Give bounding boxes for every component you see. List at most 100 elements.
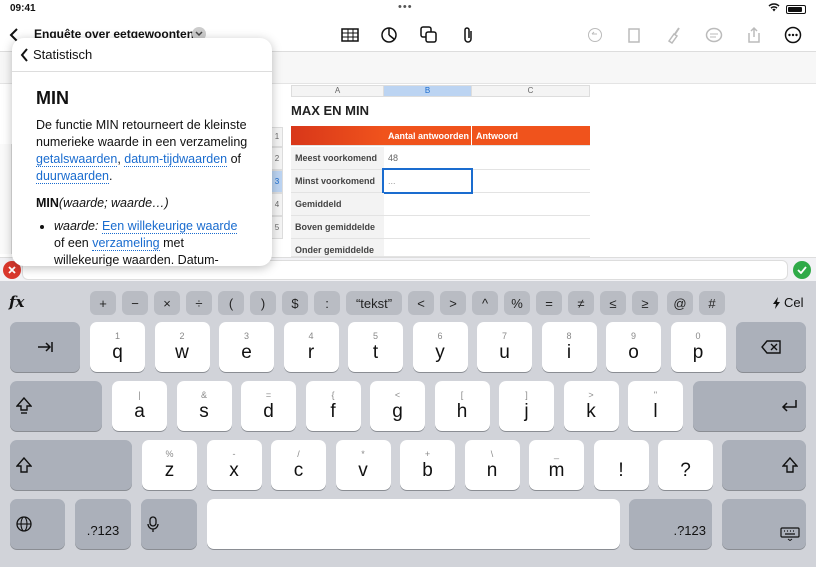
multiply-key[interactable]: ×	[154, 291, 180, 315]
tab-key[interactable]	[10, 322, 80, 372]
share-icon[interactable]	[743, 24, 765, 46]
table-cell[interactable]	[384, 193, 472, 216]
key-row2-6[interactable]: ] j	[499, 381, 554, 431]
key-row3-1[interactable]: -x	[206, 440, 262, 490]
key-row2-7[interactable]: > k	[563, 381, 619, 431]
table-cell[interactable]	[473, 170, 590, 193]
delete-key[interactable]	[736, 322, 806, 372]
key-row2-5[interactable]: [h	[434, 381, 490, 431]
table-icon[interactable]	[339, 24, 361, 46]
row-header-4[interactable]: 4	[271, 193, 283, 216]
hash-key[interactable]: #	[699, 291, 725, 315]
row-label[interactable]: Onder gemiddelde	[291, 239, 384, 257]
key-row1-2[interactable]: 3e	[219, 322, 274, 372]
header-cell-a[interactable]	[291, 126, 384, 146]
return-key[interactable]	[693, 381, 806, 431]
clipboard-icon[interactable]	[623, 24, 645, 46]
less-equal-key[interactable]: ≤	[600, 291, 626, 315]
undo-icon[interactable]	[584, 24, 606, 46]
paperclip-icon[interactable]	[457, 24, 479, 46]
key-row3-2[interactable]: / c	[271, 440, 326, 490]
paintbrush-icon[interactable]	[663, 24, 685, 46]
key-row1-9[interactable]: 0p	[670, 322, 726, 372]
row-label[interactable]: Minst voorkomend	[291, 170, 384, 193]
key-row2-1[interactable]: & s	[176, 381, 232, 431]
column-header-b[interactable]: B	[383, 85, 472, 97]
table-cell[interactable]	[472, 216, 590, 239]
dollar-key[interactable]: $	[282, 291, 308, 315]
row-header-5[interactable]: 5	[271, 216, 283, 239]
caps-lock-key[interactable]	[10, 381, 102, 431]
function-browser-button[interactable]: fx	[9, 293, 24, 311]
table-cell[interactable]	[384, 239, 472, 257]
shift-key-right[interactable]	[722, 440, 806, 490]
key-row3-6[interactable]: _ m	[529, 440, 584, 490]
table-cell[interactable]	[472, 193, 590, 216]
back-button[interactable]: Statistisch	[20, 47, 92, 62]
link-datum-tijdwaarden[interactable]: datum-tijdwaarden	[124, 152, 228, 167]
link-verzameling[interactable]: verzameling	[92, 236, 160, 251]
row-label[interactable]: Boven gemiddelde	[291, 216, 384, 239]
colon-key[interactable]: :	[314, 291, 340, 315]
key-row3-7[interactable]: !	[593, 440, 649, 490]
key-row1-6[interactable]: 7u	[477, 322, 532, 372]
key-row1-4[interactable]: 5t	[348, 322, 403, 372]
link-getalswaarden[interactable]: getalswaarden	[36, 152, 118, 167]
less-than-key[interactable]: <	[408, 291, 434, 315]
not-equal-key[interactable]: ≠	[568, 291, 594, 315]
row-label[interactable]: Meest voorkomend	[291, 147, 384, 170]
key-row1-1[interactable]: 2w	[154, 322, 210, 372]
numeric-key-left[interactable]: .?123	[75, 499, 131, 549]
numeric-key-right[interactable]: .?123	[629, 499, 712, 549]
at-key[interactable]: @	[667, 291, 693, 315]
percent-key[interactable]: %	[504, 291, 530, 315]
link-duurwaarden[interactable]: duurwaarden	[36, 169, 109, 184]
greater-equal-key[interactable]: ≥	[632, 291, 658, 315]
key-row1-3[interactable]: 4r	[283, 322, 339, 372]
row-header-2[interactable]: 2	[271, 147, 283, 170]
selected-cell[interactable]: ...	[382, 168, 473, 194]
key-row2-0[interactable]: | a	[112, 381, 167, 431]
caret-key[interactable]: ^	[472, 291, 498, 315]
table-cell[interactable]	[472, 147, 590, 170]
divide-key[interactable]: ÷	[186, 291, 212, 315]
key-row3-3[interactable]: * v	[335, 440, 391, 490]
key-row2-3[interactable]: {f	[305, 381, 361, 431]
key-row2-2[interactable]: = d	[241, 381, 296, 431]
key-row3-8[interactable]: ?	[658, 440, 713, 490]
open-paren-key[interactable]: (	[218, 291, 244, 315]
header-cell-c[interactable]: Antwoord	[472, 126, 590, 146]
table-cell[interactable]	[384, 216, 472, 239]
key-row1-5[interactable]: 6y	[412, 322, 468, 372]
key-row1-0[interactable]: 1q	[90, 322, 145, 372]
cell-reference-button[interactable]: Cel	[772, 295, 804, 310]
comment-icon[interactable]	[703, 24, 725, 46]
more-icon[interactable]	[782, 24, 804, 46]
table-cell[interactable]: 48	[384, 147, 472, 170]
close-paren-key[interactable]: )	[250, 291, 276, 315]
minus-key[interactable]: −	[122, 291, 148, 315]
plus-key[interactable]: +	[90, 291, 116, 315]
shapes-icon[interactable]	[418, 24, 440, 46]
key-row2-4[interactable]: < g	[370, 381, 425, 431]
sheet-title[interactable]: MAX EN MIN	[291, 103, 369, 118]
hide-keyboard-key[interactable]	[722, 499, 806, 549]
multitask-dots[interactable]: •••	[398, 1, 413, 13]
header-cell-b[interactable]: Aantal antwoorden	[384, 126, 472, 146]
confirm-formula-button[interactable]	[793, 261, 811, 279]
greater-than-key[interactable]: >	[440, 291, 466, 315]
link-willekeurige-waarde[interactable]: Een willekeurige waarde	[101, 219, 238, 234]
key-row3-5[interactable]: \ n	[464, 440, 520, 490]
column-header-c[interactable]: C	[471, 85, 590, 97]
dictation-key[interactable]	[141, 499, 197, 549]
key-row3-4[interactable]: + b	[400, 440, 455, 490]
equals-key[interactable]: =	[536, 291, 562, 315]
chart-icon[interactable]	[378, 24, 400, 46]
row-header-1[interactable]: 1	[271, 127, 283, 147]
key-row1-8[interactable]: 9o	[606, 322, 661, 372]
key-row3-0[interactable]: % z	[142, 440, 197, 490]
row-label[interactable]: Gemiddeld	[291, 193, 384, 216]
row-header-3[interactable]: 3	[271, 170, 283, 193]
table-cell[interactable]	[472, 239, 590, 257]
globe-key[interactable]	[10, 499, 65, 549]
